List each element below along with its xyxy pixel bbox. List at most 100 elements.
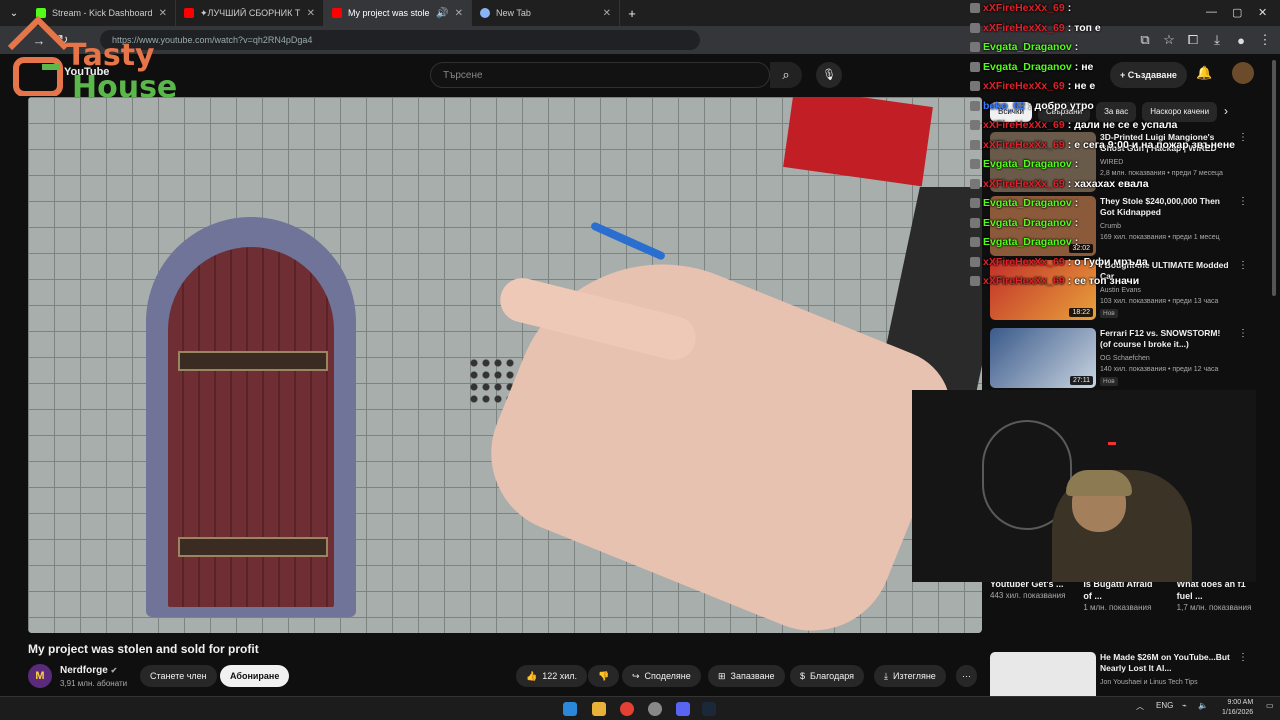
chat-message: ее топ значи (1074, 275, 1140, 287)
chat-message: добро утро (1034, 99, 1094, 112)
video-card[interactable]: 27:11 Ferrari F12 vs. SNOWSTORM! (of cou… (990, 328, 1250, 390)
file-explorer-icon[interactable] (592, 702, 606, 716)
chat-line: xXFireHexXx_69: е сега 9:00 и на пожар зв… (970, 139, 1235, 151)
chat-line: xXFireHexXx_69: не е (970, 80, 1095, 92)
tab-new[interactable]: New Tab ✕ (472, 0, 620, 26)
like-count: 122 хил. (542, 671, 578, 681)
speaker-icon[interactable]: 🔊 (436, 8, 448, 19)
chat-separator: : (1074, 236, 1079, 248)
youtube-icon (332, 8, 342, 18)
tab-youtube-music[interactable]: ✦ЛУЧШИЙ СБОРНИК ТРЕКОВ ✕ (176, 0, 324, 26)
chat-line: Evgata_Draganov: (970, 158, 1081, 170)
thanks-button[interactable]: $ Благодаря (790, 665, 865, 687)
start-icon[interactable] (563, 702, 577, 716)
short-item[interactable]: Is Bugatti Afraid of ... 1 млн. показвани… (1079, 578, 1162, 638)
chat-line: beko_02: добро утро (970, 100, 1094, 112)
new-tab-icon[interactable]: + (620, 6, 644, 21)
scrollbar[interactable] (1272, 60, 1276, 296)
verified-icon: ✔ (110, 666, 118, 675)
close-icon[interactable]: ✕ (307, 8, 315, 19)
chat-username: xXFireHexXx_69 (983, 2, 1065, 14)
thanks-icon: $ (800, 671, 806, 681)
more-options-icon[interactable]: ⋮ (1238, 328, 1248, 339)
subscribe-button[interactable]: Абониране (220, 665, 290, 687)
chat-message: не е (1074, 80, 1096, 92)
discord-icon[interactable] (676, 702, 690, 716)
video-thumbnail[interactable]: 27:11 (990, 328, 1096, 388)
chat-username: Evgata_Draganov (983, 197, 1072, 209)
webcam-overlay (912, 390, 1256, 582)
chat-username: Evgata_Draganov (983, 216, 1072, 229)
chat-badge-icon (970, 120, 980, 130)
new-badge: Нов (1100, 309, 1118, 318)
thumbs-up-icon: 👍 (526, 671, 538, 681)
short-views: 443 хил. показвания (990, 591, 1066, 600)
red-light (1108, 442, 1116, 445)
tab-youtube-video[interactable]: My project was stolen and 🔊 ✕ (324, 0, 472, 26)
channel-avatar[interactable]: M (28, 664, 52, 688)
save-button[interactable]: ⊞ Запазване (708, 665, 785, 687)
more-options-icon[interactable]: ⋮ (1238, 652, 1248, 663)
language-indicator[interactable]: ENG (1156, 701, 1173, 710)
share-label: Споделяне (644, 671, 691, 681)
tab-title: My project was stolen and (348, 8, 430, 18)
volume-icon[interactable]: 🔈 (1198, 701, 1208, 710)
chat-line: Evgata_Draganov: (970, 236, 1081, 248)
chat-username: xXFireHexXx_69 (983, 138, 1065, 151)
chat-badge-icon (970, 159, 980, 169)
chat-badge-icon (970, 100, 980, 111)
obs-icon[interactable] (648, 702, 662, 716)
short-views: 1 млн. показвания (1083, 603, 1152, 612)
short-item[interactable]: Youtuber Get's ... 443 хил. показвания (986, 578, 1069, 638)
steam-icon[interactable] (702, 702, 716, 716)
door-hinge (178, 351, 328, 371)
chat-message: е сега 9:00 и на пожар звънене (1074, 138, 1235, 151)
chat-username: Evgata_Draganov (983, 60, 1072, 73)
video-duration: 27:11 (1070, 376, 1093, 385)
close-icon[interactable]: ✕ (603, 8, 611, 19)
chat-line: Evgata_Draganov: (970, 197, 1081, 209)
chat-separator: : (1028, 99, 1032, 112)
channel-name[interactable]: Nerdforge ✔ (60, 665, 117, 676)
mic-icon[interactable]: 🎙 (816, 62, 842, 88)
shorts-row: Youtuber Get's ... 443 хил. показвания Is… (986, 578, 1256, 638)
dislike-button[interactable]: 👎 (588, 665, 620, 687)
chat-badge-icon (970, 42, 980, 52)
tab-title: New Tab (496, 8, 531, 18)
chat-line: xXFireHexXx_69: хахахах евала (970, 178, 1149, 190)
chat-badge-icon (970, 256, 980, 267)
more-actions-icon[interactable]: ⋯ (956, 665, 977, 687)
notification-icon[interactable]: ▭ (1266, 701, 1274, 710)
chat-username: xXFireHexXx_69 (983, 80, 1065, 92)
url-field[interactable]: https://www.youtube.com/watch?v=qh2RN4pD… (100, 30, 700, 50)
chevron-up-icon[interactable]: ︿ (1136, 701, 1144, 712)
network-icon[interactable]: ⌁ (1182, 701, 1187, 710)
video-player[interactable] (28, 97, 982, 633)
date: 1/16/2026 (1222, 709, 1254, 716)
clock[interactable]: 9:00 AM 1/16/2026 (1222, 698, 1253, 718)
like-button[interactable]: 👍 122 хил. (516, 665, 588, 687)
download-button[interactable]: ⤓ Изтегляне (874, 665, 946, 687)
search-icon[interactable]: ⌕ (770, 62, 802, 88)
chat-separator: : (1074, 41, 1079, 53)
search-input[interactable]: Търсене (430, 62, 770, 88)
chat-overlay: xXFireHexXx_69: xXFireHexXx_69: топ е Evgat… (970, 0, 1280, 300)
close-icon[interactable]: ✕ (455, 8, 463, 19)
short-item[interactable]: What does an f1 fuel ... 1,7 млн. показва… (1173, 578, 1256, 638)
chat-separator: : (1067, 138, 1072, 151)
video-card-title: He Made $26M on YouTube...But Nearly Los… (1100, 652, 1230, 673)
video-title: My project was stolen and sold for profi… (28, 642, 259, 656)
youtube-icon (184, 8, 194, 18)
chrome-icon[interactable] (620, 702, 634, 716)
chat-separator: : (1067, 255, 1072, 268)
chat-message: о Гуфи мръда (1074, 255, 1148, 268)
chat-line: Evgata_Draganov: (970, 217, 1081, 229)
chat-separator: : (1074, 216, 1079, 229)
miniature-door (146, 217, 356, 617)
chat-line: Evgata_Draganov: (970, 41, 1081, 53)
chat-badge-icon (970, 276, 980, 286)
join-button[interactable]: Станете член (140, 665, 217, 687)
share-button[interactable]: ↪ Споделяне (622, 665, 701, 687)
chat-username: Evgata_Draganov (983, 236, 1072, 248)
video-card-channel: OG Schaefchen (1100, 355, 1150, 362)
